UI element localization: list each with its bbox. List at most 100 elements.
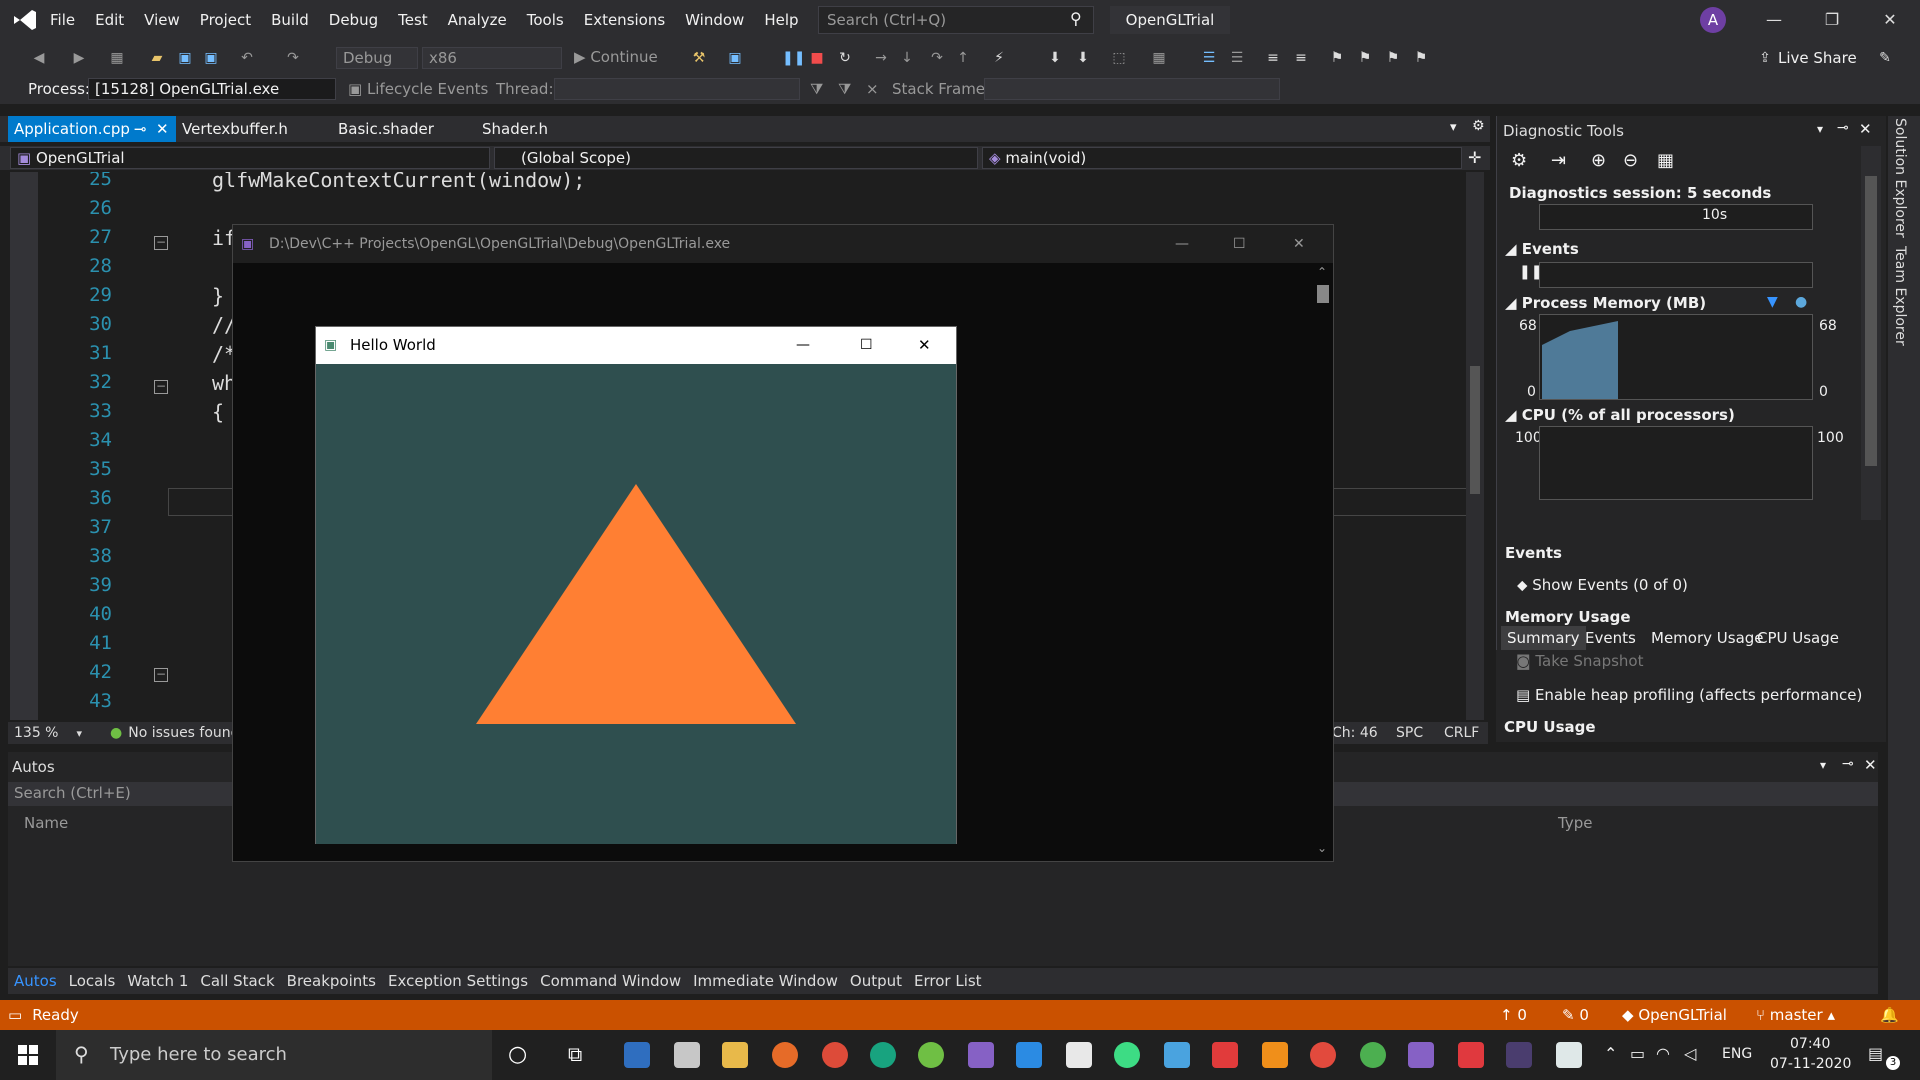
language-indicator[interactable]: ENG — [1722, 1046, 1752, 1062]
powershell-icon[interactable] — [624, 1042, 650, 1068]
avatar[interactable]: A — [1700, 7, 1726, 33]
tab-list-icon[interactable]: ▾ — [1450, 120, 1457, 135]
bookmark-clear-icon[interactable]: ⚑ — [1412, 49, 1430, 67]
screenshot-icon[interactable]: ▣ — [726, 49, 744, 67]
step-back-icon[interactable]: ↷ — [928, 49, 946, 67]
zoom-dropdown-icon[interactable]: ▾ — [76, 727, 82, 740]
search-icon[interactable]: ⚲ — [1070, 9, 1082, 28]
editor-scrollbar[interactable] — [1466, 172, 1484, 720]
task-view-icon[interactable]: ⧉ — [568, 1042, 582, 1066]
solution-explorer-tab[interactable]: Solution Explorer — [1892, 118, 1908, 238]
console-app-icon[interactable] — [1506, 1042, 1532, 1068]
color-picker-icon[interactable] — [1212, 1042, 1238, 1068]
pin-icon[interactable]: ⊸ — [134, 116, 147, 142]
uncomment-icon[interactable]: ≡ — [1292, 49, 1310, 67]
undo-icon[interactable]: ↶ — [238, 49, 256, 67]
pin-icon[interactable]: ⬇ — [1046, 49, 1064, 67]
memory-chart[interactable] — [1539, 314, 1813, 400]
gear-icon[interactable]: ⚙ — [1472, 118, 1485, 134]
menu-project[interactable]: Project — [190, 11, 261, 29]
collapse-icon[interactable]: − — [154, 380, 168, 394]
close-button[interactable]: ✕ — [1293, 225, 1305, 263]
column-type[interactable]: Type — [1558, 814, 1592, 832]
cortana-icon[interactable]: ○ — [508, 1042, 527, 1067]
cpu-chart[interactable] — [1539, 426, 1813, 500]
filter-icon[interactable]: ⧩ — [810, 80, 823, 98]
pin-icon[interactable]: ⊸ — [1842, 756, 1854, 772]
repository[interactable]: ◆ OpenGLTrial — [1622, 1006, 1727, 1024]
bottom-tab-locals[interactable]: Locals — [63, 968, 122, 994]
step-out-icon[interactable]: ↑ — [954, 49, 972, 67]
bottom-tab-error-list[interactable]: Error List — [908, 968, 988, 994]
forward-icon[interactable]: ▶ — [70, 49, 88, 67]
taskbar-search-input[interactable]: Type here to search — [56, 1030, 492, 1080]
menu-view[interactable]: View — [134, 11, 190, 29]
tab-basic-shader[interactable]: Basic.shader — [332, 116, 440, 142]
timeline-ruler[interactable]: 10s — [1539, 204, 1813, 230]
tab-events[interactable]: Events — [1579, 626, 1642, 650]
minimize-button[interactable]: — — [796, 327, 810, 364]
firefox-icon[interactable] — [772, 1042, 798, 1068]
step-into-icon[interactable]: ↓ — [898, 49, 916, 67]
tab-vertexbuffer-h[interactable]: Vertexbuffer.h — [176, 116, 294, 142]
open-folder-icon[interactable]: ▰ — [148, 49, 166, 67]
process-dropdown[interactable]: [15128] OpenGLTrial.exe — [88, 78, 336, 100]
minimize-button[interactable]: — — [1175, 225, 1189, 263]
close-button[interactable]: ✕ — [918, 327, 931, 364]
redo-icon[interactable]: ↷ — [284, 49, 302, 67]
search-input[interactable]: Search (Ctrl+Q) — [818, 6, 1094, 34]
flag-icon[interactable]: ⧩ — [838, 80, 851, 98]
menu-help[interactable]: Help — [754, 11, 808, 29]
zoom-level[interactable]: 135 % — [8, 725, 64, 741]
file-explorer-icon[interactable] — [722, 1042, 748, 1068]
indent-icon[interactable]: ☰ — [1200, 49, 1218, 67]
menu-window[interactable]: Window — [675, 11, 754, 29]
bookmark-prev-icon[interactable]: ⚑ — [1356, 49, 1374, 67]
back-icon[interactable]: ◀ — [30, 49, 48, 67]
config-dropdown[interactable]: Debug — [336, 47, 418, 69]
lifecycle-events-button[interactable]: ▣ Lifecycle Events — [348, 80, 488, 98]
menu-analyze[interactable]: Analyze — [438, 11, 517, 29]
hello-world-window[interactable]: ▣ Hello World — ☐ ✕ — [315, 326, 957, 844]
whitespace-indicator[interactable]: SPC — [1396, 725, 1423, 741]
menu-build[interactable]: Build — [261, 11, 319, 29]
opengl-canvas[interactable] — [316, 364, 956, 844]
project-dropdown[interactable]: ▣ OpenGLTrial — [10, 147, 490, 169]
push-count[interactable]: ↑ 0 — [1500, 1006, 1527, 1024]
scroll-up-icon[interactable]: ⌃ — [1317, 265, 1327, 279]
menu-debug[interactable]: Debug — [319, 11, 388, 29]
bottom-tab-breakpoints[interactable]: Breakpoints — [281, 968, 382, 994]
column-name[interactable]: Name — [24, 814, 68, 832]
tab-shader-h[interactable]: Shader.h — [476, 116, 554, 142]
stack-frame-dropdown[interactable] — [984, 78, 1280, 100]
unindent-icon[interactable]: ☰ — [1228, 49, 1246, 67]
collapse-icon[interactable]: − — [154, 668, 168, 682]
bottom-tab-autos[interactable]: Autos — [8, 968, 63, 994]
reset-zoom-icon[interactable]: ▦ — [1657, 150, 1674, 171]
chrome-icon[interactable] — [822, 1042, 848, 1068]
bottom-tab-watch-1[interactable]: Watch 1 — [121, 968, 194, 994]
zoom-out-icon[interactable]: ⊖ — [1623, 150, 1638, 171]
bottom-tab-exception-settings[interactable]: Exception Settings — [382, 968, 534, 994]
notification-bell-icon[interactable]: 🔔 — [1880, 1006, 1899, 1024]
menu-tools[interactable]: Tools — [517, 11, 574, 29]
settings-icon[interactable]: ⚙ — [1511, 150, 1527, 171]
save-all-icon[interactable]: ▣ — [202, 49, 220, 67]
close-button[interactable]: ✕ — [1862, 0, 1918, 40]
events-track[interactable] — [1539, 262, 1813, 288]
memory-section[interactable]: ◢ Process Memory (MB) — [1505, 294, 1706, 312]
code-line[interactable]: { — [212, 400, 224, 424]
battery-icon[interactable]: ▭ — [1630, 1044, 1645, 1063]
scope-dropdown[interactable]: (Global Scope) — [494, 147, 978, 169]
issues-status[interactable]: No issues found — [128, 725, 239, 741]
team-explorer-tab[interactable]: Team Explorer — [1892, 246, 1908, 346]
bottom-tab-command-window[interactable]: Command Window — [534, 968, 687, 994]
bottom-tab-call-stack[interactable]: Call Stack — [194, 968, 280, 994]
heap-profiling-toggle[interactable]: ▤ Enable heap profiling (affects perform… — [1516, 686, 1862, 704]
bookmark-next-icon[interactable]: ⚑ — [1384, 49, 1402, 67]
maximize-button[interactable]: ☐ — [1233, 225, 1246, 263]
visual-studio-2-icon[interactable] — [1408, 1042, 1434, 1068]
bottom-tab-output[interactable]: Output — [844, 968, 908, 994]
diag-scroll-thumb[interactable] — [1865, 176, 1877, 466]
diag-scrollbar[interactable] — [1861, 146, 1881, 520]
